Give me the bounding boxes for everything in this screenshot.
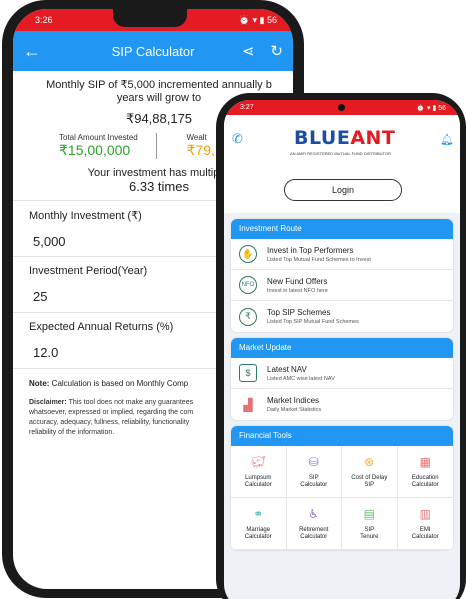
note-bold: Note: (29, 379, 50, 388)
tool-lumpsum[interactable]: 🐖︎ Lumpsum Calculator (231, 446, 287, 498)
list-item[interactable]: $ Latest NAV Listed AMC wise latest NAV (231, 358, 453, 389)
total-invested-label: Total Amount Invested (59, 133, 138, 142)
refresh-icon[interactable]: ↻ (270, 42, 283, 60)
emi-calculator-icon: ▥ (419, 507, 431, 521)
market-update-card: Market Update $ Latest NAV Listed AMC wis… (231, 338, 453, 420)
calculator-icon: ▦ (419, 455, 431, 469)
logo-tagline: AN AMFI REGISTERED MUTUAL FUND DISTRIBUT… (290, 151, 391, 156)
home-screen: 3:27 ⏰ ▾ ▮ 56 ✆ BLUEANT AN AMFI REGISTER… (224, 100, 460, 599)
status-icons: ⏰ ▾ ▮ 56 (416, 104, 446, 112)
tool-label: Lumpsum (245, 475, 272, 481)
tool-label: Calculator (300, 534, 328, 540)
rocking-chair-icon: ♿︎ (308, 507, 320, 521)
tool-marriage[interactable]: ⚭ Marriage Calculator (231, 498, 287, 550)
item-title: Invest in Top Performers (267, 245, 354, 255)
item-subtitle: Daily Market Statistics (267, 407, 322, 413)
list-item[interactable]: ▟ Market Indices Daily Market Statistics (231, 389, 453, 420)
app-bar: ← SIP Calculator ⋖ ↻ (13, 31, 293, 71)
handshake-icon: ✋ (239, 245, 257, 263)
tools-grid: 🐖︎ Lumpsum Calculator ⛁ SIP Calculator ⊛ Cost… (231, 446, 453, 550)
marketing-composite: 3:26 ⏰ ▾ ▮ 56 ← SIP Calculator ⋖ ↻ Month… (0, 0, 466, 599)
share-icon[interactable]: ⋖ (242, 42, 255, 60)
tool-label: SIP (364, 527, 375, 533)
tool-label: Calculator (411, 534, 439, 540)
coins-icon: ⛁ (308, 455, 319, 469)
item-title: Top SIP Schemes (267, 308, 331, 317)
disclaimer-line: This tool does not make any guarantees (66, 399, 194, 406)
nfo-icon: NFO (239, 276, 257, 294)
tool-label: Retirement (299, 527, 329, 533)
disclaimer-bold: Disclaimer: (29, 399, 67, 406)
tool-education[interactable]: ▦ Education Calculator (397, 446, 453, 498)
rupee-coin-icon: ₹ (239, 307, 257, 326)
tool-label: Tenure (360, 534, 379, 540)
tool-label: SIP (364, 482, 375, 488)
card-title: Market Update (231, 338, 453, 358)
item-subtitle: Invest in latest NFO here (267, 287, 328, 294)
tool-cost-of-delay[interactable]: ⊛ Cost of Delay SIP (342, 446, 398, 498)
list-item[interactable]: ₹ Top SIP Schemes Listed Top SIP Mutual F… (231, 301, 453, 332)
piggy-bank-icon: 🐖︎ (250, 455, 266, 469)
login-button[interactable]: Login (284, 179, 402, 201)
tool-emi[interactable]: ▥ EMI Calculator (397, 498, 453, 550)
item-subtitle: Listed Top SIP Mutual Fund Schemes (267, 319, 359, 325)
financial-tools-card: Financial Tools 🐖︎ Lumpsum Calculator ⛁ SIP… (231, 426, 453, 550)
status-time: 3:27 (240, 104, 254, 111)
calendar-icon: ▤ (363, 507, 375, 521)
tool-label: Education (411, 475, 439, 481)
item-title: Latest NAV (267, 364, 307, 374)
tool-label: Marriage (246, 527, 271, 533)
list-item[interactable]: ✋ Invest in Top Performers Listed Top Mut… (231, 239, 453, 270)
item-title: Market Indices (267, 396, 320, 405)
tool-retirement[interactable]: ♿︎ Retirement Calculator (286, 498, 342, 550)
item-subtitle: Listed AMC wise latest NAV (267, 375, 335, 382)
investment-route-card: Investment Route ✋ Invest in Top Perform… (231, 219, 453, 332)
tool-label: Calculator (244, 482, 272, 488)
tool-label: SIP (308, 475, 319, 481)
phone-icon[interactable]: ✆ (232, 131, 250, 149)
total-invested-value: ₹15,00,000 (59, 142, 131, 158)
arrow-left-icon[interactable]: ← (23, 41, 47, 62)
status-time: 3:26 (35, 15, 53, 25)
battery-level: 56 (438, 104, 446, 112)
tool-label: Cost of Delay (351, 475, 388, 481)
status-icons: ⏰ ▾ ▮ 56 (238, 14, 277, 25)
front-phone-frame: 3:27 ⏰ ▾ ▮ 56 ✆ BLUEANT AN AMFI REGISTER… (216, 93, 466, 599)
tool-label: EMI (419, 527, 431, 533)
camera-notch (113, 9, 187, 27)
card-title: Investment Route (231, 219, 453, 239)
blueant-logo: BLUEANT (294, 127, 396, 149)
bar-chart-icon: ▟ (243, 397, 253, 412)
result-headline: Monthly SIP of ₹5,000 incremented annual… (46, 79, 272, 91)
bell-icon[interactable]: 🔔︎ (440, 133, 454, 146)
clock-coin-icon: ⊛ (364, 455, 375, 469)
rings-icon: ⚭ (253, 507, 264, 521)
list-item[interactable]: NFO New Fund Offers Invest in latest NFO … (231, 270, 453, 301)
tool-sip-tenure[interactable]: ▤ SIP Tenure (342, 498, 398, 550)
note-text: Calculation is based on Monthly Comp (49, 379, 189, 388)
battery-level: 56 (266, 14, 277, 25)
money-icon: $ (239, 364, 257, 382)
tool-label: Calculator (244, 534, 272, 540)
camera-hole (338, 104, 345, 111)
tool-label: Calculator (300, 482, 328, 488)
card-title: Financial Tools (231, 426, 453, 446)
tool-sip[interactable]: ⛁ SIP Calculator (286, 446, 342, 498)
app-header: ✆ BLUEANT AN AMFI REGISTERED MUTUAL FUND… (224, 115, 460, 213)
item-subtitle: Listed Top Mutual Fund Schemes to Invest (267, 256, 371, 263)
item-title: New Fund Offers (267, 276, 328, 286)
tool-label: Calculator (411, 482, 439, 488)
